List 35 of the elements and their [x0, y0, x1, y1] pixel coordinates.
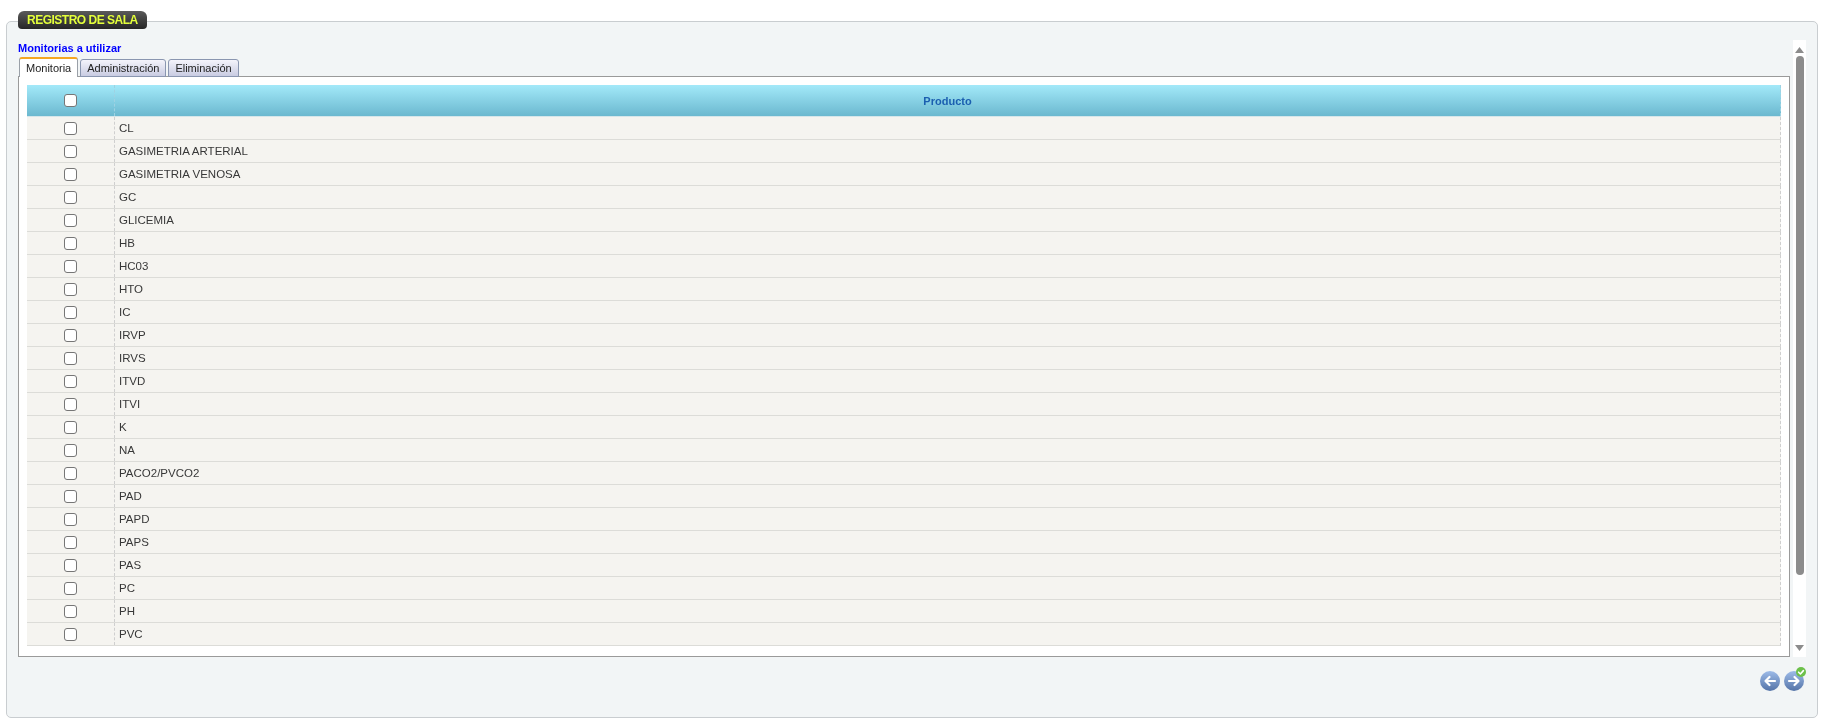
scroll-up-icon[interactable]: [1795, 47, 1804, 53]
row-checkbox[interactable]: [64, 535, 77, 549]
row-checkbox[interactable]: [64, 466, 77, 480]
section-title: REGISTRO DE SALA: [18, 11, 147, 29]
row-checkbox[interactable]: [64, 604, 77, 618]
row-checkbox[interactable]: [64, 121, 77, 135]
tab[interactable]: Administración: [80, 59, 167, 77]
row-checkbox[interactable]: [64, 420, 77, 434]
row-checkbox[interactable]: [64, 190, 77, 204]
row-checkbox[interactable]: [64, 558, 77, 572]
row-checkbox[interactable]: [64, 443, 77, 457]
row-checkbox[interactable]: [64, 489, 77, 503]
row-checkbox[interactable]: [64, 627, 77, 641]
row-checkbox[interactable]: [64, 581, 77, 595]
row-checkbox[interactable]: [64, 259, 77, 273]
row-checkbox[interactable]: [64, 282, 77, 296]
row-checkbox[interactable]: [64, 351, 77, 365]
row-checkbox[interactable]: [64, 236, 77, 250]
section-subtitle: Monitorias a utilizar: [18, 41, 122, 56]
row-checkbox[interactable]: [64, 397, 77, 411]
scroll-down-icon[interactable]: [1795, 645, 1804, 651]
row-checkbox[interactable]: [64, 305, 77, 319]
select-all-checkbox[interactable]: [64, 94, 77, 107]
row-checkbox[interactable]: [64, 374, 77, 388]
row-checkbox[interactable]: [64, 213, 77, 227]
row-checkbox[interactable]: [64, 328, 77, 342]
row-checkbox[interactable]: [64, 512, 77, 526]
arrow-right-check-icon[interactable]: [1784, 667, 1806, 691]
row-checkbox[interactable]: [64, 144, 77, 158]
arrow-left-icon[interactable]: [1760, 671, 1780, 691]
scrollbar-thumb[interactable]: [1795, 56, 1804, 575]
row-checkbox[interactable]: [64, 167, 77, 181]
tab[interactable]: Monitoria: [19, 57, 79, 77]
tab[interactable]: Eliminación: [168, 59, 239, 77]
column-header: Producto: [114, 85, 1781, 116]
